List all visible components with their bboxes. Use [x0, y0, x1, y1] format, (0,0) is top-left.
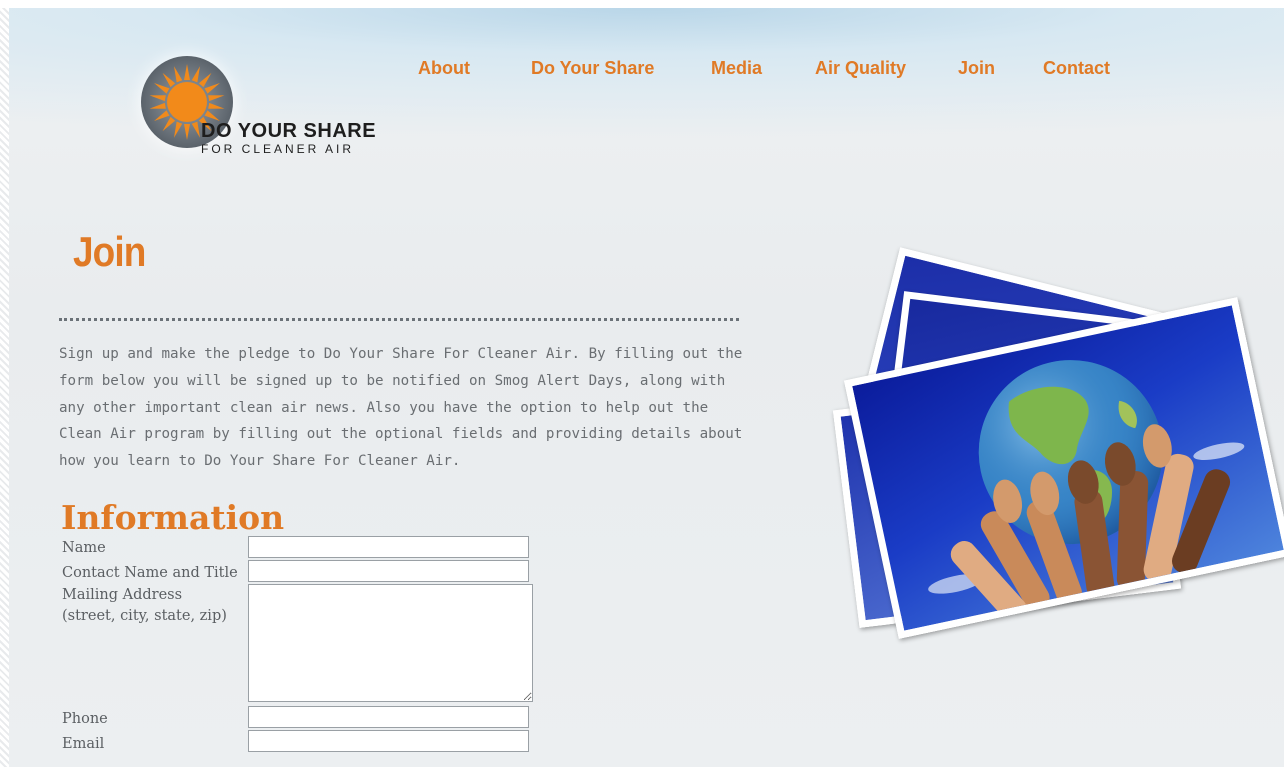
contact-name-title-field[interactable] — [248, 560, 529, 582]
nav-item-contact[interactable]: Contact — [1043, 58, 1110, 79]
intro-text: Sign up and make the pledge to Do Your S… — [59, 346, 743, 470]
phone-label: Phone — [62, 711, 108, 727]
contact-name-title-label: Contact Name and Title — [62, 565, 238, 581]
logo-title: DO YOUR SHARE — [201, 120, 377, 142]
phone-field[interactable] — [248, 706, 529, 728]
nav-item-do-your-share[interactable]: Do Your Share — [531, 58, 654, 79]
mailing-address-hint: (street, city, state, zip) — [62, 608, 227, 624]
nav-item-join[interactable]: Join — [958, 58, 995, 79]
information-heading: Information — [61, 498, 285, 537]
nav-item-media[interactable]: Media — [711, 58, 762, 79]
email-label: Email — [62, 736, 105, 752]
page-container: DO YOUR SHARE FOR CLEANER AIR About Do Y… — [9, 8, 1284, 767]
logo-tagline: FOR CLEANER AIR — [201, 142, 355, 156]
site-logo[interactable]: DO YOUR SHARE FOR CLEANER AIR — [137, 56, 407, 166]
name-field[interactable] — [248, 536, 529, 558]
page-title: Join — [73, 228, 146, 275]
mailing-address-label: Mailing Address — [62, 587, 183, 603]
left-border — [0, 0, 9, 767]
mailing-address-field[interactable] — [248, 584, 533, 702]
email-field[interactable] — [248, 730, 529, 752]
nav-item-air-quality[interactable]: Air Quality — [815, 58, 906, 79]
photo-stack — [829, 247, 1284, 650]
nav-item-about[interactable]: About — [418, 58, 470, 79]
name-label: Name — [62, 540, 106, 556]
top-border — [0, 0, 1284, 8]
dotted-divider — [59, 318, 739, 321]
